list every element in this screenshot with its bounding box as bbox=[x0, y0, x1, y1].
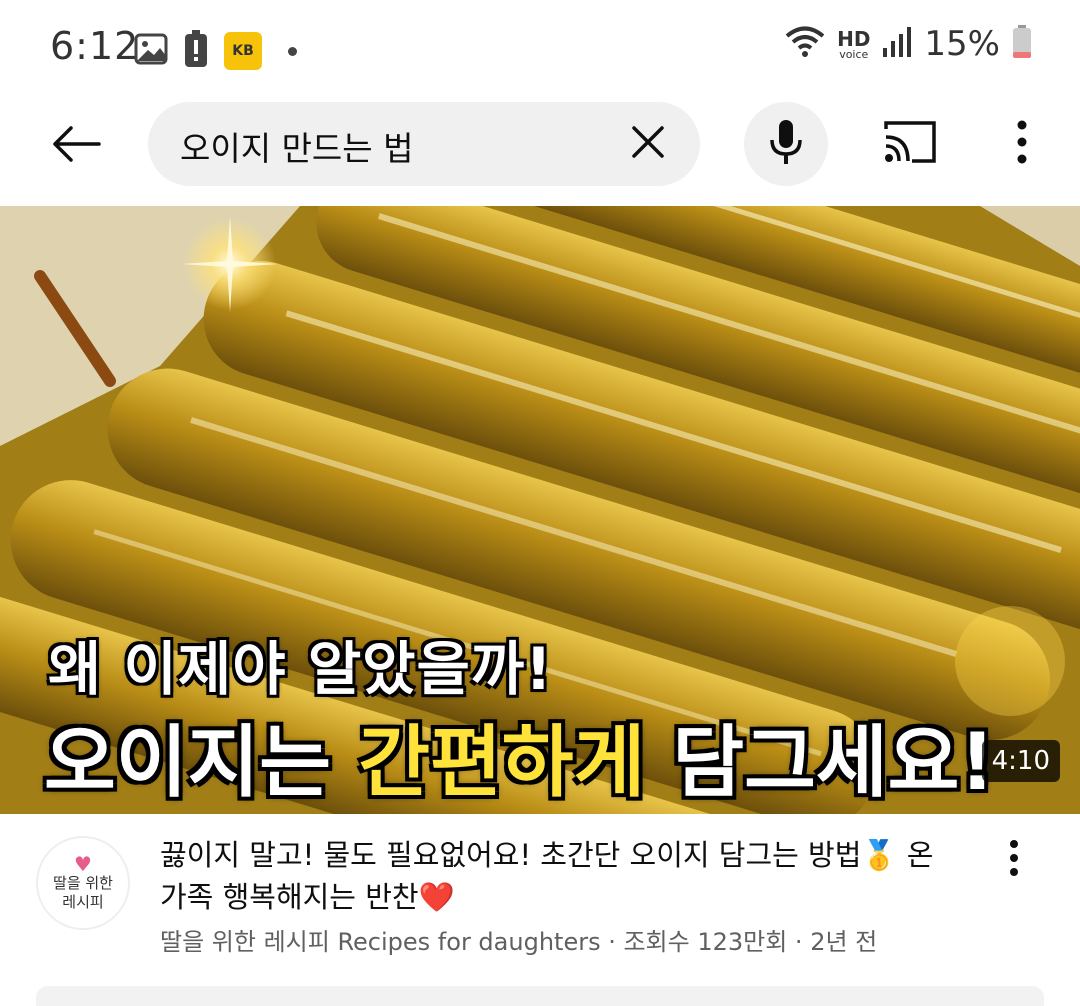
battery-icon bbox=[1012, 25, 1032, 63]
search-input[interactable]: 오이지 만드는 법 bbox=[148, 102, 700, 186]
clear-search-button[interactable] bbox=[624, 120, 672, 168]
signal-icon bbox=[882, 26, 912, 62]
voice-label: voice bbox=[839, 47, 869, 61]
video-duration-badge: 4:10 bbox=[981, 740, 1060, 782]
channel-avatar-line2: 레시피 bbox=[62, 893, 104, 911]
voice-search-button[interactable] bbox=[744, 102, 828, 186]
battery-alert-icon bbox=[184, 30, 208, 72]
thumbnail-caption-line1: 왜 이제야 알았을까! bbox=[48, 635, 553, 703]
search-header: 오이지 만드는 법 bbox=[0, 96, 1080, 200]
search-query-text: 오이지 만드는 법 bbox=[180, 129, 414, 168]
more-notifications-dot bbox=[288, 46, 297, 56]
next-result-card bbox=[36, 986, 1044, 1006]
wifi-icon bbox=[785, 25, 825, 63]
channel-avatar[interactable]: ♥ 딸을 위한 레시피 bbox=[36, 836, 130, 930]
status-system-icons: HD voice 15% bbox=[785, 24, 1032, 64]
close-icon bbox=[631, 125, 665, 163]
hd-voice-icon: HD voice bbox=[837, 29, 870, 60]
more-vert-icon bbox=[1016, 120, 1028, 168]
video-meta: 딸을 위한 레시피 Recipes for daughters · 조회수 12… bbox=[160, 928, 878, 956]
heart-icon: ♥ bbox=[74, 852, 92, 877]
video-thumbnail[interactable]: 왜 이제야 알았을까! 오이지는 간편하게 담그세요! 4:10 bbox=[0, 206, 1080, 814]
more-vert-icon bbox=[1009, 840, 1019, 880]
caption-line2-highlight: 간편하게 bbox=[358, 718, 646, 808]
back-button[interactable] bbox=[44, 114, 108, 178]
hd-label: HD bbox=[837, 26, 871, 51]
status-time: 6:12 bbox=[50, 24, 140, 68]
caption-line2-start: 오이지는 bbox=[44, 718, 359, 808]
gallery-icon bbox=[134, 32, 168, 70]
status-bar: 6:12 KB HD voice 15% bbox=[0, 0, 1080, 96]
cast-button[interactable] bbox=[876, 114, 944, 174]
video-action-menu-button[interactable] bbox=[996, 836, 1032, 884]
battery-percent: 15% bbox=[924, 24, 1000, 64]
caption-line2-end: 담그세요! bbox=[645, 718, 996, 808]
kb-app-icon-label: KB bbox=[232, 43, 254, 59]
video-title[interactable]: 끓이지 말고! 물도 필요없어요! 초간단 오이지 담그는 방법🥇 온가족 행복… bbox=[160, 834, 950, 918]
status-notification-icons: KB bbox=[134, 30, 297, 72]
kb-app-icon: KB bbox=[224, 32, 262, 70]
mic-icon bbox=[768, 118, 804, 170]
back-arrow-icon bbox=[51, 124, 101, 168]
thumbnail-caption-line2: 오이지는 간편하게 담그세요! bbox=[44, 700, 995, 812]
cast-icon bbox=[882, 119, 938, 169]
channel-avatar-line1: 딸을 위한 bbox=[53, 874, 113, 893]
more-options-button[interactable] bbox=[1000, 114, 1044, 174]
